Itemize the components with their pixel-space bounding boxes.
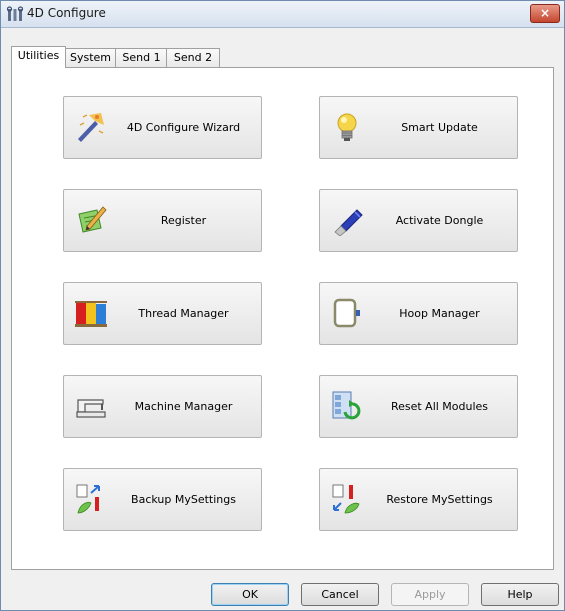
button-label: 4D Configure Wizard [126, 121, 241, 134]
configure-wizard-button[interactable]: 4D Configure Wizard [63, 96, 262, 159]
lightbulb-icon [337, 113, 357, 141]
button-label: Smart Update [401, 121, 478, 134]
reset-modules-icon [332, 391, 361, 420]
button-label: Thread Manager [138, 307, 229, 320]
thread-spools-icon [75, 301, 107, 327]
sewing-machine-icon [76, 399, 106, 418]
tab-send-2[interactable]: Send 2 [166, 48, 220, 67]
button-label: Backup MySettings [131, 493, 236, 506]
hoop-manager-button[interactable]: Hoop Manager [319, 282, 518, 345]
dialog-window: 4D Configure × Utilities System Send 1 S… [0, 0, 565, 611]
backup-mysettings-button[interactable]: Backup MySettings [63, 468, 262, 531]
close-icon: × [539, 6, 551, 20]
machine-manager-button[interactable]: Machine Manager [63, 375, 262, 438]
wizard-icon [78, 113, 104, 142]
cancel-button[interactable]: Cancel [301, 583, 379, 606]
help-button[interactable]: Help [481, 583, 559, 606]
apply-button[interactable]: Apply [391, 583, 469, 606]
tab-utilities[interactable]: Utilities [11, 46, 66, 68]
register-button[interactable]: Register [63, 189, 262, 252]
button-label: Register [160, 214, 207, 227]
thread-manager-button[interactable]: Thread Manager [63, 282, 262, 345]
activate-dongle-button[interactable]: Activate Dongle [319, 189, 518, 252]
tab-system[interactable]: System [64, 48, 117, 67]
button-label: Hoop Manager [399, 307, 480, 320]
reset-all-modules-button[interactable]: Reset All Modules [319, 375, 518, 438]
button-label: Restore MySettings [386, 493, 493, 506]
app-tools-icon [7, 6, 23, 21]
tab-send-1[interactable]: Send 1 [115, 48, 168, 67]
button-label: Machine Manager [134, 400, 233, 413]
restore-settings-icon [332, 484, 360, 514]
window-title: 4D Configure [27, 6, 106, 20]
smart-update-button[interactable]: Smart Update [319, 96, 518, 159]
hoop-icon [333, 298, 360, 328]
register-pencil-icon [78, 206, 107, 233]
close-button[interactable]: × [530, 4, 560, 23]
button-label: Reset All Modules [390, 400, 489, 413]
ok-button[interactable]: OK [211, 583, 289, 606]
backup-settings-icon [76, 484, 100, 514]
restore-mysettings-button[interactable]: Restore MySettings [319, 468, 518, 531]
usb-dongle-icon [334, 209, 363, 236]
utilities-panel: 4D Configure Wizard Smart Update Registe… [11, 67, 554, 570]
title-bar: 4D Configure × [1, 1, 564, 28]
button-label: Activate Dongle [395, 214, 484, 227]
